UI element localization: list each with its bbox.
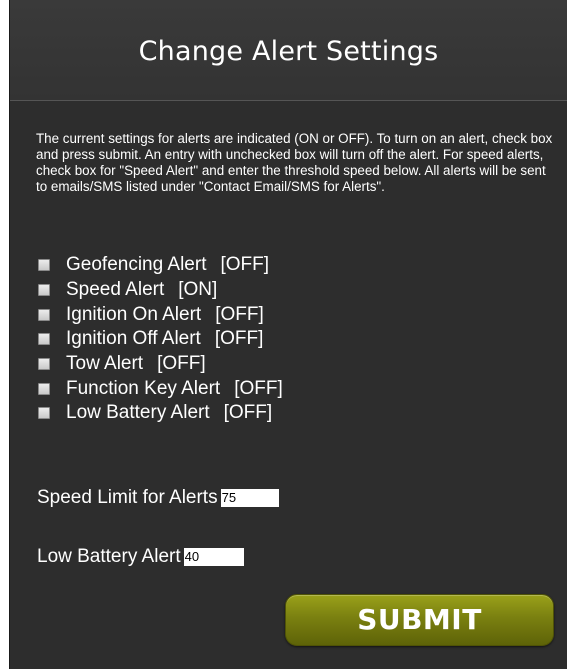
geofencing-alert-checkbox[interactable] xyxy=(38,259,50,272)
low-battery-row: Low Battery Alert xyxy=(37,546,244,568)
alert-label: Function Key Alert xyxy=(66,377,221,399)
alert-list: Geofencing Alert [OFF] Speed Alert [ON] … xyxy=(38,253,283,426)
alert-label: Ignition On Alert xyxy=(66,303,202,325)
alert-label: Geofencing Alert xyxy=(66,254,207,276)
speed-limit-label: Speed Limit for Alerts xyxy=(37,487,218,508)
alert-status: [OFF] xyxy=(215,303,264,325)
instructions-text: The current settings for alerts are indi… xyxy=(36,131,553,194)
alert-status: [OFF] xyxy=(220,254,270,276)
alert-status: [OFF] xyxy=(157,353,206,375)
alert-item-geofencing[interactable]: Geofencing Alert [OFF] xyxy=(38,253,283,278)
speed-limit-row: Speed Limit for Alerts xyxy=(37,487,279,509)
alert-status: [OFF] xyxy=(214,328,264,350)
speed-limit-input[interactable] xyxy=(220,489,279,507)
alert-label: Tow Alert xyxy=(66,353,144,375)
panel-header: Change Alert Settings xyxy=(10,0,567,101)
ignition-on-alert-checkbox[interactable] xyxy=(38,308,50,321)
alert-item-function-key[interactable]: Function Key Alert [OFF] xyxy=(38,376,283,401)
page-title: Change Alert Settings xyxy=(138,36,439,67)
alert-status: [ON] xyxy=(178,279,218,301)
function-key-alert-checkbox[interactable] xyxy=(38,382,50,395)
alert-label: Ignition Off Alert xyxy=(66,328,201,350)
alert-item-ignition-on[interactable]: Ignition On Alert [OFF] xyxy=(38,302,283,327)
low-battery-alert-checkbox[interactable] xyxy=(38,407,50,420)
low-battery-label: Low Battery Alert xyxy=(37,546,181,567)
alert-label: Low Battery Alert xyxy=(66,402,210,424)
alert-settings-panel: Change Alert Settings The current settin… xyxy=(9,0,567,669)
tow-alert-checkbox[interactable] xyxy=(38,358,50,371)
low-battery-input[interactable] xyxy=(183,548,244,566)
ignition-off-alert-checkbox[interactable] xyxy=(38,333,50,346)
alert-item-speed[interactable]: Speed Alert [ON] xyxy=(38,278,283,303)
submit-button[interactable]: SUBMIT xyxy=(285,594,554,646)
alert-status: [OFF] xyxy=(234,377,283,399)
alert-status: [OFF] xyxy=(223,402,273,424)
alert-item-ignition-off[interactable]: Ignition Off Alert [OFF] xyxy=(38,327,283,352)
alert-item-low-battery[interactable]: Low Battery Alert [OFF] xyxy=(38,401,283,426)
alert-label: Speed Alert xyxy=(66,279,165,301)
alert-item-tow[interactable]: Tow Alert [OFF] xyxy=(38,352,283,377)
speed-alert-checkbox[interactable] xyxy=(38,284,50,297)
